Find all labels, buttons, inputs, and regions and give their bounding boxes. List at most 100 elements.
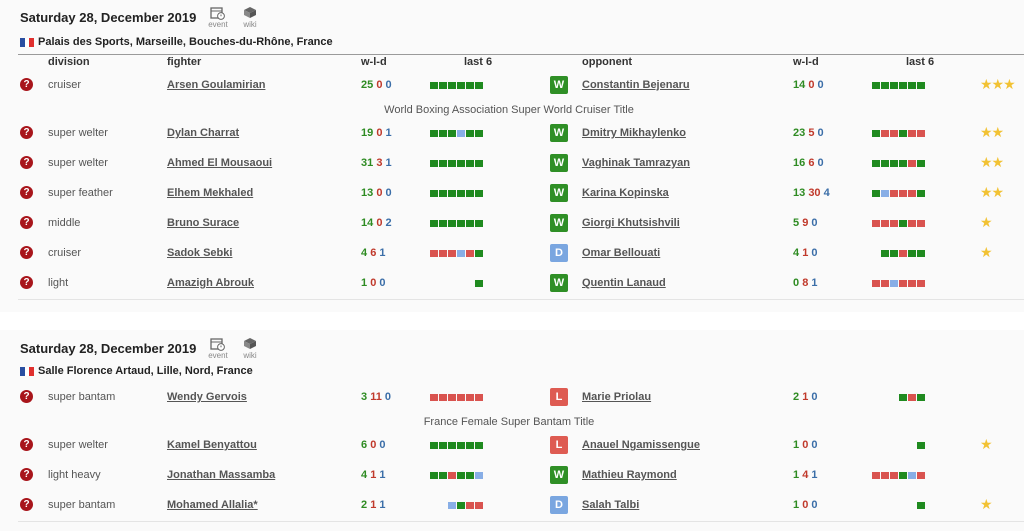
wiki-label: wiki [243, 351, 257, 360]
opponent-link[interactable]: Quentin Lanaud [582, 277, 666, 289]
fighter-last6 [430, 190, 483, 197]
form-bar [448, 502, 456, 509]
opponent-link[interactable]: Mathieu Raymond [582, 469, 677, 481]
opponent-link[interactable]: Giorgi Khutsishvili [582, 217, 680, 229]
opponent-record-d: 0 [811, 439, 818, 451]
fighter-last6 [430, 160, 483, 167]
opponent-link[interactable]: Vaghinak Tamrazyan [582, 157, 690, 169]
fighter-record-l: 0 [376, 79, 383, 91]
form-bar [457, 250, 465, 257]
fighter-link[interactable]: Sadok Sebki [167, 247, 232, 259]
opponent-record-d: 0 [817, 157, 824, 169]
question-icon[interactable]: ? [20, 186, 33, 199]
opponent-link[interactable]: Anauel Ngamissengue [582, 439, 700, 451]
opponent-last6 [872, 190, 925, 197]
division-cell: cruiser [48, 247, 82, 259]
opponent-record-l: 1 [802, 247, 809, 259]
fighter-record-d: 0 [384, 391, 392, 403]
fighter-record-l: 1 [370, 469, 377, 481]
form-bar [466, 250, 474, 257]
opponent-link[interactable]: Salah Talbi [582, 499, 639, 511]
form-bar [448, 130, 456, 137]
form-bar [872, 220, 880, 227]
form-bar [430, 220, 438, 227]
opponent-link[interactable]: Dmitry Mikhaylenko [582, 127, 686, 139]
fighter-link[interactable]: Amazigh Abrouk [167, 277, 254, 289]
result-badge: W [550, 466, 568, 484]
question-icon[interactable]: ? [20, 390, 33, 403]
table-row: ? super welter Dylan Charrat 19 0 1 W Dmitry … [18, 119, 1024, 150]
opponent-record: 16 6 0 [793, 157, 824, 169]
fighter-link[interactable]: Kamel Benyattou [167, 439, 257, 451]
question-icon[interactable]: ? [20, 276, 33, 289]
form-bar [430, 190, 438, 197]
table-row: ? light Amazigh Abrouk 1 0 0 W Quentin Lanaud… [18, 269, 1024, 300]
opponent-record-d: 0 [811, 247, 818, 259]
fighter-link[interactable]: Ahmed El Mousaoui [167, 157, 272, 169]
opponent-record-w: 16 [793, 157, 806, 169]
form-bar [439, 220, 447, 227]
form-bar [917, 442, 925, 449]
form-bar [457, 82, 465, 89]
fighter-record: 4 1 1 [361, 469, 386, 481]
wiki-link[interactable]: wiki [238, 337, 262, 360]
event-date: Saturday 28, December 2019 [20, 341, 197, 356]
fighter-link[interactable]: Jonathan Massamba [167, 469, 275, 481]
opponent-link[interactable]: Karina Kopinska [582, 187, 669, 199]
opponent-link[interactable]: Omar Bellouati [582, 247, 660, 259]
form-bar [872, 190, 880, 197]
table-row: ? cruiser Sadok Sebki 4 6 1 D Omar Bellouati 4… [18, 239, 1024, 270]
opponent-record: 1 0 0 [793, 499, 818, 511]
question-icon[interactable]: ? [20, 78, 33, 91]
question-icon[interactable]: ? [20, 156, 33, 169]
question-icon[interactable]: ? [20, 216, 33, 229]
rating-stars: ★ [980, 244, 993, 260]
fighter-link[interactable]: Elhem Mekhaled [167, 187, 253, 199]
fighter-link[interactable]: Wendy Gervois [167, 391, 247, 403]
fighter-last6 [430, 220, 483, 227]
form-bar [881, 472, 889, 479]
rating-stars: ★★ [980, 124, 1004, 140]
question-icon[interactable]: ? [20, 468, 33, 481]
venue-name: Salle Florence Artaud, Lille, Nord, Fran… [38, 365, 253, 377]
form-bar [899, 130, 907, 137]
question-icon[interactable]: ? [20, 126, 33, 139]
opponent-record-d: 0 [811, 217, 818, 229]
book-icon [242, 337, 258, 351]
fighter-link[interactable]: Bruno Surace [167, 217, 239, 229]
form-bar [475, 82, 483, 89]
form-bar [890, 82, 898, 89]
wiki-link[interactable]: wiki [238, 6, 262, 29]
question-icon[interactable]: ? [20, 438, 33, 451]
form-bar [890, 190, 898, 197]
form-bar [917, 472, 925, 479]
form-bar [908, 82, 916, 89]
opponent-record-l: 0 [808, 79, 815, 91]
opponent-record-w: 2 [793, 391, 800, 403]
opponent-record: 0 8 1 [793, 277, 818, 289]
form-bar [466, 502, 474, 509]
fighter-link[interactable]: Mohamed Allalia* [167, 499, 258, 511]
fighter-link[interactable]: Dylan Charrat [167, 127, 239, 139]
form-bar [917, 502, 925, 509]
opponent-link[interactable]: Constantin Bejenaru [582, 79, 690, 91]
form-bar [890, 250, 898, 257]
event-link[interactable]: event [206, 6, 230, 29]
calendar-icon [210, 337, 226, 351]
form-bar [872, 472, 880, 479]
form-bar [448, 394, 456, 401]
form-bar [430, 82, 438, 89]
event-link[interactable]: event [206, 337, 230, 360]
calendar-icon [210, 6, 226, 20]
question-icon[interactable]: ? [20, 498, 33, 511]
opponent-record: 1 4 1 [793, 469, 818, 481]
form-bar [872, 82, 880, 89]
opponent-record-d: 1 [811, 469, 818, 481]
opponent-record-d: 0 [811, 391, 818, 403]
fighter-link[interactable]: Arsen Goulamirian [167, 79, 265, 91]
form-bar [872, 160, 880, 167]
form-bar [475, 280, 483, 287]
fighter-record-l: 6 [370, 247, 377, 259]
opponent-link[interactable]: Marie Priolau [582, 391, 651, 403]
question-icon[interactable]: ? [20, 246, 33, 259]
